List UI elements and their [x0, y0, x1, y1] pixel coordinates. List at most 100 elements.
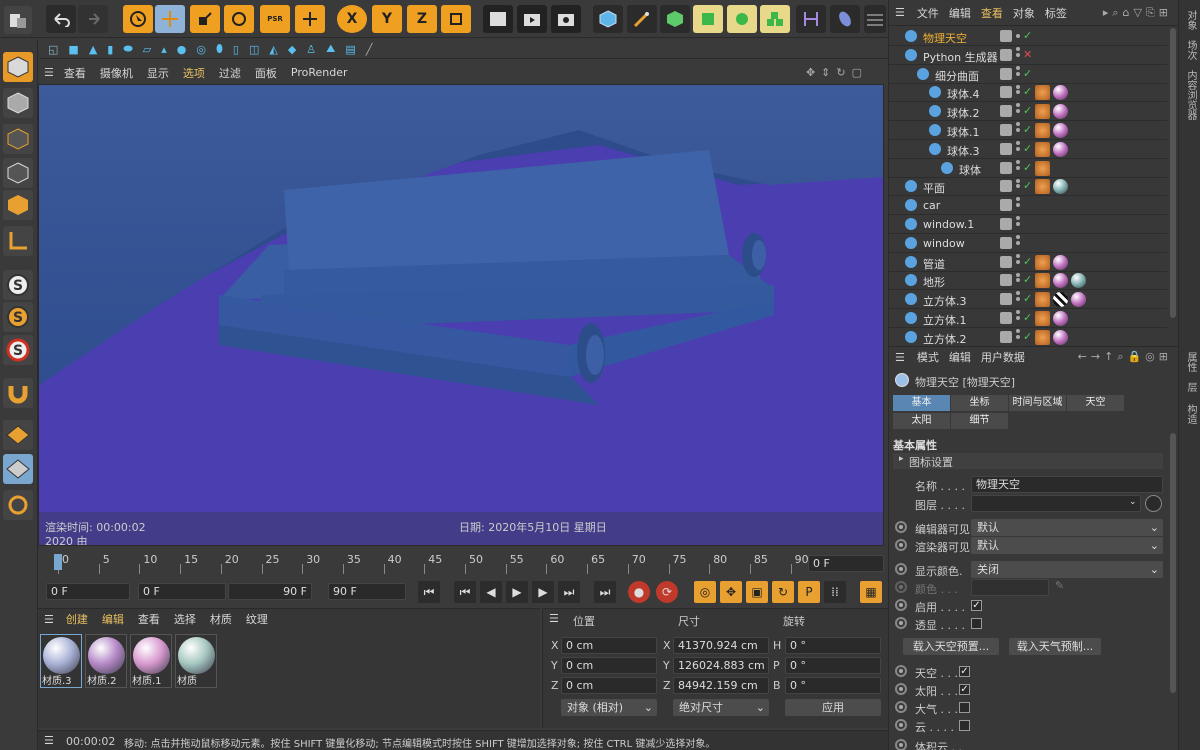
- mat-menu-view[interactable]: 查看: [138, 611, 160, 627]
- object-row[interactable]: 管道 ✓: [889, 253, 1167, 277]
- enabled-check-icon[interactable]: ✓: [1023, 330, 1032, 343]
- phong-tag-icon[interactable]: [1035, 254, 1050, 270]
- render-settings-icon[interactable]: [551, 5, 581, 33]
- attr-tab[interactable]: 天空: [1067, 395, 1124, 411]
- enable-checkbox[interactable]: ✓: [971, 600, 982, 611]
- layer-visibility-icon[interactable]: [1000, 274, 1012, 287]
- enabled-check-icon[interactable]: ✓: [1023, 273, 1032, 286]
- layer-field[interactable]: [971, 495, 1141, 512]
- object-row[interactable]: 立方体.3 ✓: [889, 290, 1167, 315]
- pen-spline-icon[interactable]: [627, 5, 657, 33]
- coordinate-system-icon[interactable]: [441, 5, 471, 33]
- array-icon[interactable]: [693, 5, 723, 33]
- obj-menu-edit[interactable]: 编辑: [949, 5, 971, 21]
- layer-visibility-icon[interactable]: [1000, 255, 1012, 268]
- autokey-icon[interactable]: ⟳: [656, 581, 678, 603]
- phong-tag-icon[interactable]: [1035, 85, 1050, 101]
- object-row[interactable]: car: [889, 196, 1167, 221]
- end-frame-field[interactable]: 90 F: [328, 583, 406, 600]
- model-mode-icon[interactable]: [3, 52, 33, 82]
- sun-radio-icon[interactable]: [895, 683, 907, 695]
- material-swatch[interactable]: 材质.1: [130, 634, 172, 688]
- attr-menu-mode[interactable]: 模式: [917, 349, 939, 365]
- point-mode-icon[interactable]: [3, 124, 33, 154]
- name-field[interactable]: 物理天空: [971, 476, 1163, 493]
- phong-tag-icon[interactable]: [1035, 160, 1050, 176]
- side-tab-layers[interactable]: 层: [1183, 382, 1198, 392]
- material-tag-icon[interactable]: [1053, 104, 1068, 120]
- attr-tab[interactable]: 基本: [893, 395, 950, 411]
- visibility-dots-icon[interactable]: [1015, 330, 1023, 345]
- material-tag-icon[interactable]: [1053, 311, 1068, 326]
- attr-tab[interactable]: 细节: [951, 413, 1008, 429]
- edge-mode-icon[interactable]: [3, 158, 33, 188]
- enabled-check-icon[interactable]: ✓: [1023, 85, 1032, 98]
- object-row[interactable]: 物理天空 ✓: [889, 27, 1167, 51]
- timeline-ruler[interactable]: 0 5 10 15 20 25 30 35 40 45 50 55 60 65 70 75 80 85 90 0 F: [38, 550, 888, 574]
- cube-primitive-icon[interactable]: [593, 5, 623, 33]
- layer-visibility-icon[interactable]: [1000, 236, 1012, 249]
- attr-tab[interactable]: 时间与区域: [1009, 395, 1066, 411]
- viewport-menu-prorender[interactable]: ProRender: [291, 66, 348, 79]
- key-pla-icon[interactable]: ⁞⁞: [824, 581, 846, 603]
- attr-menu-edit[interactable]: 编辑: [949, 349, 971, 365]
- atmosphere-radio-icon[interactable]: [895, 701, 907, 713]
- object-row[interactable]: 球体.3 ✓: [889, 140, 1167, 164]
- apply-button[interactable]: 应用: [785, 699, 881, 716]
- material-tag-icon[interactable]: [1071, 273, 1086, 289]
- viewport-menu-filter[interactable]: 过滤: [219, 65, 241, 81]
- rotate-tool-icon[interactable]: [224, 5, 254, 33]
- object-row[interactable]: 球体.1 ✓: [889, 121, 1167, 145]
- attr-tab[interactable]: 坐标: [951, 395, 1008, 411]
- mograph-cloner-icon[interactable]: [760, 5, 790, 33]
- load-weather-preset-button[interactable]: 载入天气预制...: [1009, 638, 1101, 655]
- display-color-select[interactable]: 关闭 ⌄: [971, 561, 1163, 578]
- psr-icon[interactable]: PSR: [260, 5, 290, 33]
- polygon-mode-icon[interactable]: [3, 190, 33, 220]
- key-scale-icon[interactable]: ▣: [746, 581, 768, 603]
- move-tool-icon[interactable]: [155, 5, 185, 33]
- hamburger-icon[interactable]: ☰: [895, 6, 905, 19]
- disabled-x-icon[interactable]: ✕: [1023, 48, 1032, 61]
- object-row[interactable]: 平面 ✓: [889, 177, 1167, 202]
- enabled-check-icon[interactable]: ✓: [1023, 123, 1032, 136]
- environment-icon[interactable]: [830, 5, 860, 33]
- disc-small-icon[interactable]: ⬬: [123, 42, 132, 56]
- attr-scrollbar[interactable]: [1170, 433, 1176, 693]
- phong-tag-icon[interactable]: [1035, 123, 1050, 138]
- side-tab-takes[interactable]: 场次: [1183, 40, 1198, 60]
- phong-tag-icon[interactable]: [1035, 141, 1050, 157]
- enabled-check-icon[interactable]: ✓: [1023, 29, 1032, 42]
- key-rotate-icon[interactable]: ↻: [772, 581, 794, 603]
- layer-visibility-icon[interactable]: [1000, 48, 1012, 61]
- material-swatch[interactable]: 材质.3: [40, 634, 82, 688]
- hamburger-icon[interactable]: ☰: [549, 612, 559, 625]
- enabled-check-icon[interactable]: ✓: [1023, 104, 1032, 117]
- coord-position-field[interactable]: 0 cm: [561, 637, 657, 654]
- editor-visible-radio-icon[interactable]: [895, 521, 907, 533]
- layer-visibility-icon[interactable]: [1000, 30, 1012, 42]
- viewport-menu-display[interactable]: 显示: [147, 65, 169, 81]
- layer-visibility-icon[interactable]: [1000, 330, 1012, 343]
- coord-position-field[interactable]: 0 cm: [561, 657, 657, 674]
- side-tab-attributes[interactable]: 属性: [1183, 352, 1198, 372]
- material-tag-icon[interactable]: [1053, 141, 1068, 157]
- object-row[interactable]: 球体.2 ✓: [889, 102, 1167, 127]
- material-tag-icon[interactable]: [1053, 273, 1068, 289]
- torus-small-icon[interactable]: ◎: [196, 43, 206, 56]
- platonic-small-icon[interactable]: ◆: [288, 43, 296, 56]
- relief-small-icon[interactable]: ▤: [345, 43, 355, 56]
- phong-tag-icon[interactable]: [1035, 311, 1050, 326]
- viewport-menu-panel[interactable]: 面板: [255, 65, 277, 81]
- axis-mode-icon[interactable]: [3, 226, 33, 256]
- plane-small-icon[interactable]: ▱: [143, 43, 151, 56]
- grid-view-icon[interactable]: [864, 5, 886, 33]
- color-radio-icon[interactable]: [895, 581, 907, 593]
- object-row[interactable]: 球体.4 ✓: [889, 83, 1167, 108]
- x-axis-lock-icon[interactable]: X: [337, 5, 367, 33]
- object-row[interactable]: window.1: [889, 215, 1167, 239]
- object-row[interactable]: window: [889, 234, 1167, 258]
- enabled-check-icon[interactable]: ✓: [1023, 142, 1032, 155]
- side-tab-objects[interactable]: 对象: [1183, 10, 1198, 30]
- polygon-small-icon[interactable]: ▴: [161, 43, 167, 56]
